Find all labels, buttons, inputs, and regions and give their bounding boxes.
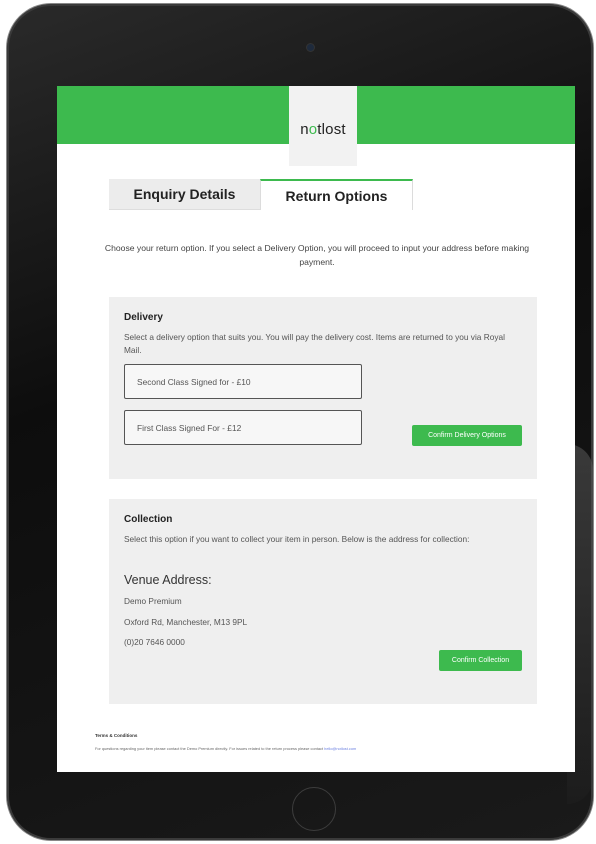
tablet-frame: notlost Enquiry Details Return Options C… xyxy=(7,4,593,840)
venue-name: Demo Premium xyxy=(124,596,182,606)
delivery-option-first-class[interactable]: First Class Signed For - £12 xyxy=(124,410,362,445)
logo: notlost xyxy=(289,86,357,166)
intro-text: Choose your return option. If you select… xyxy=(104,243,530,267)
tab-return-options[interactable]: Return Options xyxy=(260,179,413,210)
venue-address: Oxford Rd, Manchester, M13 9PL xyxy=(124,617,248,627)
footer-note: For questions regarding your item please… xyxy=(95,746,356,751)
camera-icon xyxy=(307,44,314,51)
terms-title: Terms & Conditions xyxy=(95,733,138,738)
home-button[interactable] xyxy=(292,787,336,831)
delivery-card: Delivery Select a delivery option that s… xyxy=(109,297,537,479)
confirm-delivery-button[interactable]: Confirm Delivery Options xyxy=(412,425,522,446)
logo-text: notlost xyxy=(300,120,346,138)
contact-email-link[interactable]: hello@notlost.com xyxy=(324,746,356,751)
footer-note-text: For questions regarding your item please… xyxy=(95,746,325,751)
collection-title: Collection xyxy=(124,514,173,525)
delivery-title: Delivery xyxy=(124,312,163,323)
collection-description: Select this option if you want to collec… xyxy=(124,534,470,544)
venue-phone: (0)20 7646 0000 xyxy=(124,637,185,647)
tab-enquiry-details[interactable]: Enquiry Details xyxy=(109,179,260,210)
screen: notlost Enquiry Details Return Options C… xyxy=(57,86,575,772)
tab-bar: Enquiry Details Return Options xyxy=(109,179,413,210)
confirm-collection-button[interactable]: Confirm Collection xyxy=(439,650,522,671)
venue-title: Venue Address: xyxy=(124,573,212,587)
collection-card: Collection Select this option if you wan… xyxy=(109,499,537,704)
delivery-option-second-class[interactable]: Second Class Signed for - £10 xyxy=(124,364,362,399)
delivery-description: Select a delivery option that suits you.… xyxy=(124,332,505,355)
